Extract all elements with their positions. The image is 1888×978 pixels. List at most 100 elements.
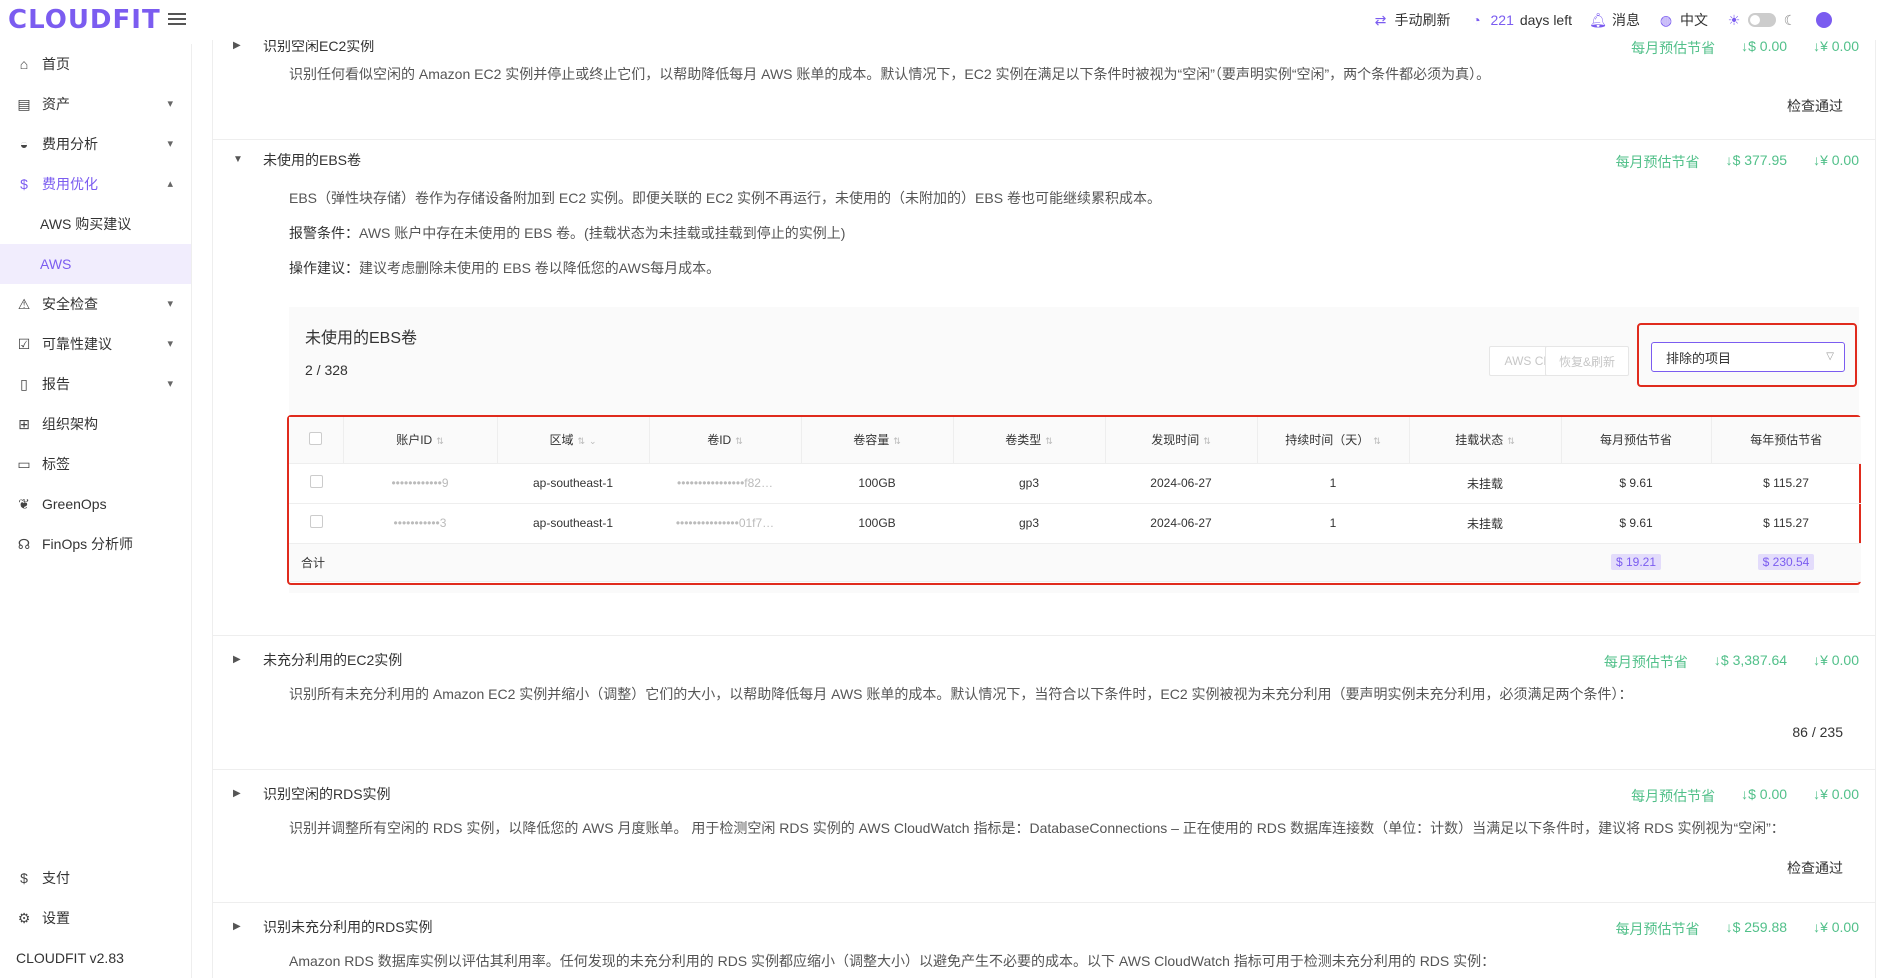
check-header[interactable]: ▶ 未充分利用的EC2实例 每月预估节省 ↓$ 3,387.64 ↓¥ 0.00 bbox=[213, 636, 1875, 684]
check-header[interactable]: ▼ 未使用的EBS卷 每月预估节省 ↓$ 377.95 ↓¥ 0.00 bbox=[213, 140, 1875, 180]
savings-cny: ↓¥ 0.00 bbox=[1813, 652, 1859, 668]
result-count: 86 / 235 bbox=[1792, 724, 1843, 740]
sidebar-item-cost-optimization[interactable]: $ 费用优化 ▴ bbox=[0, 164, 191, 204]
language-switch[interactable]: ◍ 中文 bbox=[1658, 10, 1708, 30]
restore-refresh-button[interactable]: 恢复&刷新 bbox=[1545, 346, 1629, 376]
excluded-items-select-frame: 排除的项目 ▽ bbox=[1637, 323, 1857, 387]
sidebar-subitem-aws-purchase[interactable]: AWS 购买建议 bbox=[0, 204, 191, 244]
asset-icon: ▤ bbox=[17, 95, 31, 112]
app-version: CLOUDFIT v2.83 bbox=[16, 950, 124, 966]
total-yearly-badge: $ 230.54 bbox=[1757, 554, 1815, 570]
action-suggestion: 操作建议： 建议考虑删除未使用的 EBS 卷以降低您的AWS每月成本。 bbox=[213, 250, 1875, 285]
sidebar-item-tags[interactable]: ▭ 标签 bbox=[0, 444, 191, 484]
theme-switch[interactable]: ☀ ☾ bbox=[1726, 12, 1798, 28]
check-title: 未充分利用的EC2实例 bbox=[263, 652, 403, 668]
chevron-down-icon: ▾ bbox=[167, 298, 173, 310]
savings-group: 每月预估节省 ↓$ 0.00 ↓¥ 0.00 bbox=[1631, 786, 1859, 806]
filter-icon[interactable]: ⌄ bbox=[589, 436, 597, 446]
excluded-items-select[interactable]: 排除的项目 ▽ bbox=[1651, 342, 1845, 372]
sidebar-item-home[interactable]: ⌂ 首页 bbox=[0, 44, 191, 84]
sort-icon: ⇅ bbox=[893, 436, 901, 447]
sidebar-item-label: 费用优化 bbox=[42, 176, 98, 192]
column-header[interactable]: 持续时间（天） ⇅ bbox=[1257, 417, 1410, 464]
total-label: 合计 bbox=[289, 543, 497, 582]
savings-group: 每月预估节省 ↓$ 0.00 ↓¥ 0.00 bbox=[1631, 40, 1859, 58]
column-header[interactable]: 卷类型 ⇅ bbox=[953, 417, 1106, 464]
sidebar-item-greenops[interactable]: ❦ GreenOps bbox=[0, 484, 191, 524]
column-header[interactable]: 卷ID ⇅ bbox=[649, 417, 802, 464]
table-row[interactable]: •••••••••••3 ap-southeast-1 ••••••••••••… bbox=[289, 503, 1861, 544]
main-content: ▶ 识别空闲EC2实例 每月预估节省 ↓$ 0.00 ↓¥ 0.00 识别任何看… bbox=[212, 40, 1876, 978]
cell-attach-status: 未挂载 bbox=[1409, 503, 1561, 544]
column-header[interactable]: 挂载状态 ⇅ bbox=[1409, 417, 1562, 464]
sort-icon: ⇅ bbox=[1507, 436, 1515, 447]
column-label: 持续时间（天） bbox=[1285, 433, 1370, 448]
cell-account-id: ••••••••••••9 bbox=[343, 463, 497, 504]
check-title: 未使用的EBS卷 bbox=[263, 152, 362, 168]
sidebar-item-reports[interactable]: ▯ 报告 ▾ bbox=[0, 364, 191, 404]
payment-icon: $ bbox=[20, 870, 28, 886]
sidebar-item-label: FinOps 分析师 bbox=[42, 536, 134, 552]
sidebar-item-reliability[interactable]: ☑ 可靠性建议 ▾ bbox=[0, 324, 191, 364]
column-header[interactable]: 区域 ⇅ ⌄ bbox=[497, 417, 650, 464]
globe-icon: ◍ bbox=[1659, 11, 1673, 28]
column-header[interactable]: 卷容量 ⇅ bbox=[801, 417, 954, 464]
app-logo[interactable]: CLOUDFIT bbox=[8, 5, 161, 35]
table-total-row: 合计 $ 19.21 $ 230.54 bbox=[289, 543, 1861, 582]
column-header[interactable]: 发现时间 ⇅ bbox=[1105, 417, 1258, 464]
sidebar-item-finops[interactable]: ☊ FinOps 分析师 bbox=[0, 524, 191, 564]
bell-icon: 🔔︎ bbox=[1589, 11, 1607, 28]
messages-button[interactable]: 🔔︎ 消息 bbox=[1589, 10, 1640, 30]
savings-usd: ↓$ 377.95 bbox=[1725, 152, 1788, 168]
user-menu[interactable] bbox=[1816, 12, 1832, 28]
check-title: 识别空闲EC2实例 bbox=[263, 40, 375, 54]
sidebar-item-label: 可靠性建议 bbox=[42, 336, 112, 352]
theme-toggle[interactable] bbox=[1748, 13, 1776, 27]
alert-condition: 报警条件： AWS 账户中存在未使用的 EBS 卷。(挂载状态为未挂载或挂载到停… bbox=[213, 215, 1875, 250]
manual-refresh-button[interactable]: ⇄ 手动刷新 bbox=[1373, 10, 1451, 30]
sidebar-item-assets[interactable]: ▤ 资产 ▾ bbox=[0, 84, 191, 124]
cell-found-time: 2024-06-27 bbox=[1105, 503, 1257, 544]
ebs-table: 账户ID ⇅ 区域 ⇅ ⌄ 卷ID ⇅ 卷容量 ⇅ 卷类型 ⇅ 发现时间 ⇅ 持续时间（天） ⇅… bbox=[287, 415, 1861, 585]
column-header[interactable]: 账户ID ⇅ bbox=[343, 417, 498, 464]
sidebar-item-org[interactable]: ⊞ 组织架构 bbox=[0, 404, 191, 444]
alert-condition-label: 报警条件： bbox=[289, 224, 359, 241]
table-row[interactable]: ••••••••••••9 ap-southeast-1 •••••••••••… bbox=[289, 463, 1861, 504]
cell-region: ap-southeast-1 bbox=[497, 503, 649, 544]
cell-region: ap-southeast-1 bbox=[497, 463, 649, 504]
sidebar-item-label: 首页 bbox=[42, 56, 70, 72]
check-description: 识别所有未充分利用的 Amazon EC2 实例并缩小（调整）它们的大小，以帮助… bbox=[289, 686, 1633, 702]
chevron-down-icon: ▾ bbox=[167, 98, 173, 110]
sidebar-subitem-aws[interactable]: AWS bbox=[0, 244, 191, 284]
savings-usd: ↓$ 0.00 bbox=[1741, 786, 1788, 802]
row-checkbox[interactable] bbox=[309, 515, 323, 528]
column-label: 发现时间 bbox=[1151, 433, 1200, 448]
sidebar-item-payment[interactable]: $ 支付 bbox=[0, 858, 191, 898]
savings-label: 每月预估节省 bbox=[1615, 154, 1700, 170]
dollar-icon: $ bbox=[20, 176, 28, 192]
sidebar-item-cost-analysis[interactable]: ◒ 费用分析 ▾ bbox=[0, 124, 191, 164]
sidebar-item-security[interactable]: ⚠ 安全检查 ▾ bbox=[0, 284, 191, 324]
check-idle-ec2: ▶ 识别空闲EC2实例 每月预估节省 ↓$ 0.00 ↓¥ 0.00 识别任何看… bbox=[212, 40, 1876, 140]
sidebar: ⌂ 首页 ▤ 资产 ▾ ◒ 费用分析 ▾ $ 费用优化 ▴ AWS 购买建议 A… bbox=[0, 44, 192, 978]
messages-label: 消息 bbox=[1612, 12, 1640, 28]
savings-label: 每月预估节省 bbox=[1603, 654, 1688, 670]
action-suggestion-label: 操作建议： bbox=[289, 259, 359, 276]
check-description: Amazon RDS 数据库实例以评估其利用率。任何发现的未充分利用的 RDS … bbox=[289, 953, 1496, 969]
menu-toggle-icon[interactable] bbox=[168, 10, 186, 26]
sort-icon: ⇅ bbox=[1203, 436, 1211, 447]
savings-usd: ↓$ 3,387.64 bbox=[1713, 652, 1788, 668]
sidebar-item-label: 设置 bbox=[42, 910, 70, 926]
check-header[interactable]: ▶ 识别空闲EC2实例 每月预估节省 ↓$ 0.00 ↓¥ 0.00 bbox=[213, 40, 1875, 66]
refresh-icon: ⇄ bbox=[1374, 11, 1387, 28]
cell-monthly-savings: $ 9.61 bbox=[1561, 503, 1711, 544]
sidebar-item-settings[interactable]: ⚙ 设置 bbox=[0, 898, 191, 938]
avatar[interactable] bbox=[1816, 12, 1832, 28]
cell-volume-id: ••••••••••••••••f82… bbox=[649, 463, 801, 504]
select-all-checkbox[interactable] bbox=[309, 431, 323, 445]
check-header[interactable]: ▶ 识别未充分利用的RDS实例 每月预估节省 ↓$ 259.88 ↓¥ 0.00 bbox=[213, 903, 1875, 951]
column-label: 每年预估节省 bbox=[1750, 433, 1823, 448]
row-checkbox[interactable] bbox=[309, 475, 323, 488]
check-header[interactable]: ▶ 识别空闲的RDS实例 每月预估节省 ↓$ 0.00 ↓¥ 0.00 bbox=[213, 770, 1875, 818]
column-label: 卷ID bbox=[707, 433, 732, 448]
